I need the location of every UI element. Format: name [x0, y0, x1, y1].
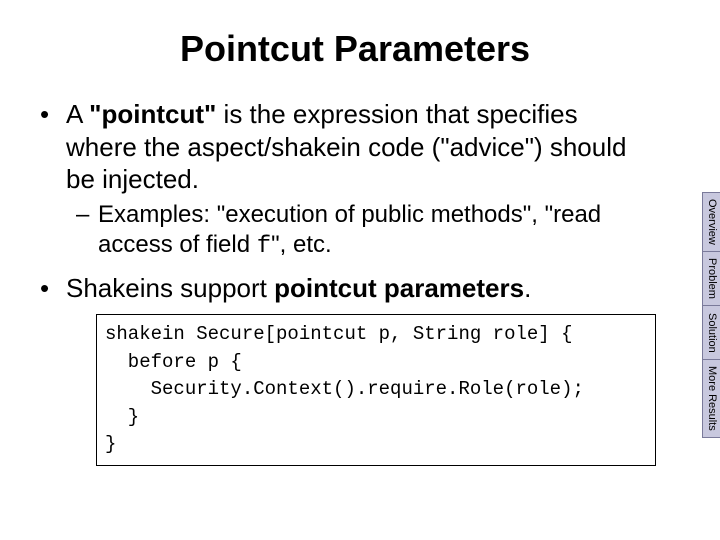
tab-problem[interactable]: Problem	[702, 252, 720, 306]
text-mono: f	[257, 233, 271, 260]
bullet-text: Examples: "execution of public methods",…	[98, 200, 650, 262]
text-fragment: ", etc.	[271, 231, 332, 258]
bullet-dot: •	[40, 272, 66, 305]
code-block: shakein Secure[pointcut p, String role] …	[96, 314, 656, 466]
bullet-dot: •	[40, 98, 66, 196]
text-fragment: A	[66, 99, 89, 129]
bullet-level1: • Shakeins support pointcut parameters.	[40, 272, 650, 305]
slide-title: Pointcut Parameters	[40, 28, 670, 70]
bullet-level2: – Examples: "execution of public methods…	[76, 200, 650, 262]
text-bold: "pointcut"	[89, 99, 216, 129]
bullet-level1: • A "pointcut" is the expression that sp…	[40, 98, 650, 196]
text-fragment: Shakeins support	[66, 273, 274, 303]
slide-content: • A "pointcut" is the expression that sp…	[40, 98, 670, 466]
tab-solution[interactable]: Solution	[702, 306, 720, 360]
tab-more-results[interactable]: More Results	[702, 360, 720, 438]
slide: Pointcut Parameters • A "pointcut" is th…	[0, 0, 720, 540]
text-fragment: .	[524, 273, 531, 303]
bullet-text: A "pointcut" is the expression that spec…	[66, 98, 650, 196]
text-fragment: Examples: "execution of public methods",…	[98, 201, 601, 258]
side-tabs: Overview Problem Solution More Results	[702, 192, 720, 438]
tab-overview[interactable]: Overview	[702, 192, 720, 252]
text-bold: pointcut parameters	[274, 273, 524, 303]
bullet-dash: –	[76, 200, 98, 262]
bullet-text: Shakeins support pointcut parameters.	[66, 272, 650, 305]
